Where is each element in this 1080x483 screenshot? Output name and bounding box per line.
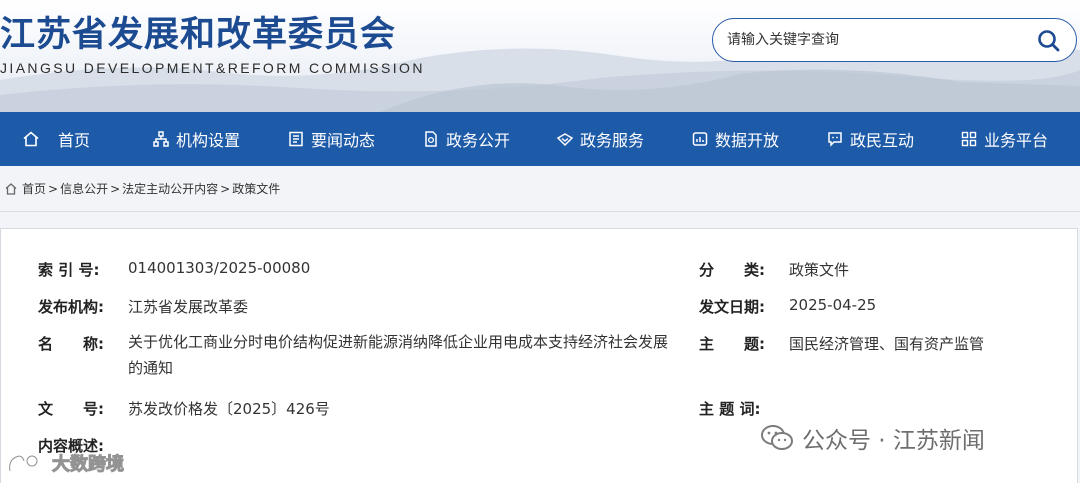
nav-label: 首页 xyxy=(58,131,91,150)
breadcrumb: 首页 > 信息公开 > 法定主动公开内容 > 政策文件 xyxy=(0,166,1080,212)
breadcrumb-policy-docs[interactable]: 政策文件 xyxy=(232,180,280,197)
breadcrumb-separator: > xyxy=(48,181,59,196)
nav-item-news[interactable]: 要闻动态 xyxy=(287,112,375,166)
date-label: 发文日期: xyxy=(699,298,765,316)
nav-item-data-open[interactable]: 数据开放 xyxy=(691,112,779,166)
nav-label: 政民互动 xyxy=(850,131,915,150)
home-icon xyxy=(23,131,39,147)
breadcrumb-legal-content[interactable]: 法定主动公开内容 xyxy=(122,180,218,197)
nav-item-platform[interactable]: 业务平台 xyxy=(960,112,1048,166)
breadcrumb-home[interactable]: 首页 xyxy=(22,180,46,197)
service-icon xyxy=(556,133,574,147)
org-icon xyxy=(153,131,169,147)
topic-value: 国民经济管理、国有资产监管 xyxy=(789,335,985,353)
nav-label: 政务服务 xyxy=(580,131,645,150)
nav-label: 要闻动态 xyxy=(311,131,376,150)
source-watermark-text: 大数跨境 xyxy=(52,454,125,476)
nav-item-gov-open[interactable]: 政务公开 xyxy=(422,112,510,166)
search-icon[interactable] xyxy=(1036,28,1062,54)
nav-label: 机构设置 xyxy=(176,131,241,150)
breadcrumb-info-open[interactable]: 信息公开 xyxy=(60,180,108,197)
keywords-label: 主 题 词: xyxy=(699,400,761,418)
nav-item-org[interactable]: 机构设置 xyxy=(152,112,240,166)
site-header: 江苏省发展和改革委员会 JIANGSU DEVELOPMENT&REFORM C… xyxy=(0,0,1080,112)
breadcrumb-separator: > xyxy=(220,181,231,196)
name-label: 名 称: xyxy=(38,335,104,353)
category-value: 政策文件 xyxy=(789,261,850,279)
main-nav: 首页 机构设置 要闻动态 政务公开 政务服务 数据开放 政民互动 业务平台 xyxy=(0,112,1080,166)
nav-item-interaction[interactable]: 政民互动 xyxy=(826,112,914,166)
data-icon xyxy=(692,132,708,146)
search-input[interactable] xyxy=(727,27,1027,53)
category-label: 分 类: xyxy=(699,261,765,279)
topic-label: 主 题: xyxy=(699,335,765,353)
site-subtitle: JIANGSU DEVELOPMENT&REFORM COMMISSION xyxy=(0,60,425,76)
news-icon xyxy=(289,131,303,147)
search-box xyxy=(712,18,1077,62)
wechat-watermark: 公众号 · 江苏新闻 xyxy=(760,421,985,455)
nav-label: 政务公开 xyxy=(446,131,511,150)
source-watermark: 大数跨境 xyxy=(6,450,125,476)
publisher-value: 江苏省发展改革委 xyxy=(128,298,249,316)
location-icon xyxy=(5,182,17,195)
source-logo-icon xyxy=(8,454,47,472)
nav-label: 数据开放 xyxy=(715,131,780,150)
index-label: 索 引 号: xyxy=(38,261,100,279)
grid-icon xyxy=(961,131,977,147)
site-title[interactable]: 江苏省发展和改革委员会 xyxy=(0,6,396,57)
docnum-value: 苏发改价格发〔2025〕426号 xyxy=(128,400,330,418)
date-value: 2025-04-25 xyxy=(789,296,877,314)
docnum-label: 文 号: xyxy=(38,400,104,418)
nav-item-home[interactable]: 首页 xyxy=(22,112,90,166)
index-value: 014001303/2025-00080 xyxy=(128,259,311,277)
name-value: 关于优化工商业分时电价结构促进新能源消纳降低企业用电成本支持经济社会发展的通知 xyxy=(128,333,669,377)
nav-item-gov-service[interactable]: 政务服务 xyxy=(556,112,644,166)
doc-icon xyxy=(425,131,437,147)
publisher-label: 发布机构: xyxy=(38,298,104,316)
nav-label: 业务平台 xyxy=(984,131,1049,150)
breadcrumb-separator: > xyxy=(110,181,121,196)
chat-icon xyxy=(828,132,842,147)
wechat-watermark-text: 公众号 · 江苏新闻 xyxy=(802,428,985,454)
wechat-icon xyxy=(761,425,793,450)
